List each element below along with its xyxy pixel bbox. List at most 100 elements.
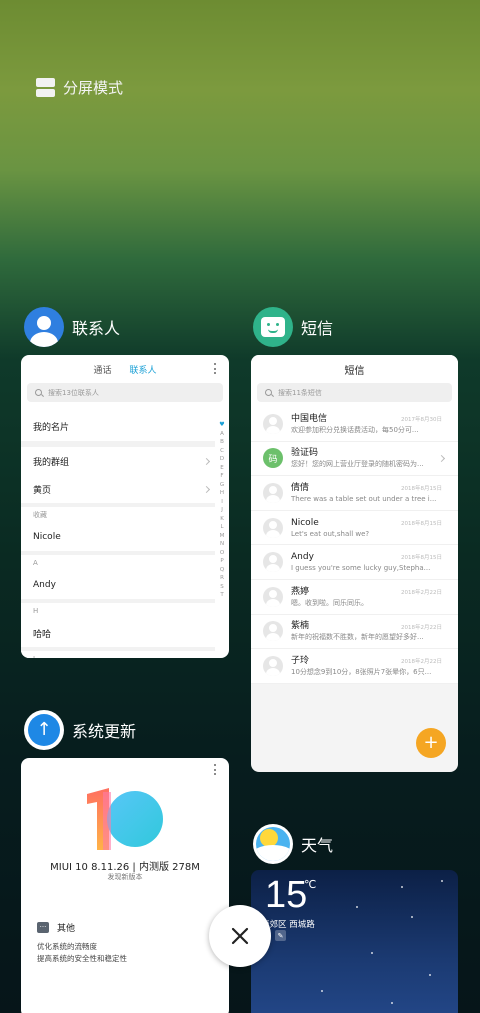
message-date: 2018年8月15日 (401, 555, 442, 562)
more-icon[interactable] (214, 764, 217, 775)
contacts-app-name: 联系人 (72, 319, 121, 338)
index-letter[interactable]: L (220, 523, 223, 532)
index-letter[interactable]: O (220, 549, 224, 558)
index-letter[interactable]: R (220, 574, 224, 583)
alphabet-index[interactable]: ♥ ABCDEFGHIJKLMNOPQRST (217, 421, 227, 600)
contacts-card[interactable]: 通话 联系人 搜索13位联系人 我的名片 我的群组 黄页 收藏 Nicole A… (21, 355, 229, 658)
messages-search-placeholder: 搜索11条短信 (278, 388, 322, 397)
messages-title: 短信 (344, 365, 365, 377)
index-letter[interactable]: B (220, 438, 224, 447)
temperature: 15 (265, 874, 308, 916)
index-letter[interactable]: G (220, 481, 224, 490)
message-date: 2018年2月22日 (401, 624, 442, 631)
split-screen-button[interactable]: 分屏模式 (36, 77, 123, 98)
index-letter[interactable]: A (220, 430, 224, 439)
update-app-name: 系统更新 (72, 722, 137, 741)
contact-name: Nicole (33, 532, 61, 542)
message-row[interactable]: 燕婷 嗯。收到啦。同乐同乐。 2018年2月22日 (251, 580, 458, 615)
index-letter[interactable]: I (221, 498, 223, 507)
avatar (263, 586, 283, 607)
avatar (263, 552, 283, 573)
chevron-right-icon (202, 485, 211, 493)
edit-icon[interactable]: ✎ (275, 930, 286, 941)
message-date: 2018年2月22日 (401, 589, 442, 596)
index-letter[interactable]: H (220, 489, 224, 498)
index-letter[interactable]: F (220, 472, 223, 481)
search-icon (35, 389, 42, 396)
miui-10-logo (87, 788, 163, 850)
verification-avatar: 码 (263, 448, 283, 469)
my-card-label: 我的名片 (33, 422, 70, 433)
contacts-icon (24, 307, 64, 347)
index-letter[interactable]: K (220, 515, 224, 524)
update-card[interactable]: MIUI 10 8.11.26 | 内测版 278M 发现新版本 ··· 其他 … (21, 758, 229, 1013)
messages-app-header[interactable]: 短信 (253, 307, 333, 347)
index-letter[interactable]: J (221, 506, 223, 515)
contacts-search-input[interactable]: 搜索13位联系人 (27, 383, 223, 402)
yellow-pages-label: 黄页 (33, 485, 52, 496)
messages-icon (253, 307, 293, 347)
avatar (263, 621, 283, 642)
message-row[interactable]: Andy I guess you're some lucky guy,Stepha… (251, 545, 458, 580)
contact-row-nicole[interactable]: Nicole (21, 523, 215, 551)
index-letter[interactable]: Q (220, 566, 224, 575)
search-icon (265, 389, 272, 396)
section-header-j: J (21, 651, 215, 658)
index-letter[interactable]: S (220, 583, 224, 592)
index-letter[interactable]: P (220, 557, 223, 566)
contacts-app-header[interactable]: 联系人 (24, 307, 120, 347)
yellow-pages-row[interactable]: 黄页 (21, 475, 215, 503)
more-icon[interactable] (214, 363, 217, 374)
message-date: 2018年8月15日 (401, 486, 442, 493)
message-date: 2017年8月30日 (401, 417, 442, 423)
temperature-unit: ℃ (304, 878, 317, 891)
favorites-index-icon: ♥ (219, 421, 225, 428)
message-preview: 嗯。收到啦。同乐同乐。 (291, 598, 368, 607)
message-preview: 您好！您的网上营业厅登录的随机密码为... (291, 460, 424, 469)
my-card-row[interactable]: 我的名片 (21, 411, 215, 441)
tab-calls[interactable]: 通话 (93, 363, 111, 376)
contact-name: Andy (33, 580, 56, 590)
other-section-header: ··· 其他 (37, 921, 75, 934)
section-header-a: A (21, 555, 215, 571)
my-groups-row[interactable]: 我的群组 (21, 447, 215, 475)
messages-search-input[interactable]: 搜索11条短信 (257, 383, 452, 402)
section-header-favorites: 收藏 (21, 507, 215, 523)
message-list: 中国电信 欢迎参加积分兑换话费活动，每50分可... 2017年8月30日码验证码您… (251, 407, 458, 684)
index-letter[interactable]: E (220, 464, 223, 473)
messages-app-name: 短信 (301, 319, 334, 338)
more-dots-icon: ··· (37, 922, 49, 933)
index-letter[interactable]: C (220, 447, 224, 456)
index-letter[interactable]: T (220, 591, 223, 600)
avatar (263, 517, 283, 538)
index-letter[interactable]: D (220, 455, 224, 464)
new-version-note: 发现新版本 (107, 873, 143, 881)
contacts-list: 我的名片 我的群组 黄页 收藏 Nicole A Andy H 哈哈 J (21, 411, 215, 658)
update-app-header[interactable]: ↑ 系统更新 (24, 710, 136, 750)
section-header-h: H (21, 603, 215, 619)
message-row[interactable]: 码验证码 您好！您的网上营业厅登录的随机密码为... (251, 442, 458, 477)
index-letter[interactable]: M (220, 532, 225, 541)
message-row[interactable]: 中国电信 欢迎参加积分兑换话费活动，每50分可... 2017年8月30日 (251, 407, 458, 442)
weather-icon (253, 824, 293, 864)
my-groups-label: 我的群组 (33, 457, 70, 468)
message-preview: 10分想念9到10分，8张照片7张晕你，6只... (291, 667, 432, 676)
contact-row-haha[interactable]: 哈哈 (21, 619, 215, 647)
message-row[interactable]: 子玲 10分想念9到10分，8张照片7张晕你，6只... 2018年2月22日 (251, 649, 458, 684)
index-letter[interactable]: N (220, 540, 224, 549)
message-row[interactable]: Nicole Let's eat out,shall we? 2018年8月15日 (251, 511, 458, 546)
contacts-search-placeholder: 搜索13位联系人 (48, 388, 99, 397)
split-screen-label: 分屏模式 (63, 79, 124, 97)
close-all-button[interactable] (209, 905, 271, 967)
message-row[interactable]: 紫楠 新年的祝福数不胜数，新年的愿望好多好... 2018年2月22日 (251, 615, 458, 650)
messages-card[interactable]: 短信 搜索11条短信 中国电信 欢迎参加积分兑换话费活动，每50分可... 2017… (251, 355, 458, 772)
new-message-button[interactable]: + (416, 728, 446, 758)
message-row[interactable]: 倩倩 There was a table set out under a tree… (251, 476, 458, 511)
message-date: 2018年2月22日 (401, 659, 442, 666)
weather-app-header[interactable]: 天气 (253, 824, 333, 864)
tab-contacts[interactable]: 联系人 (130, 363, 157, 376)
message-preview: I guess you're some lucky guy,Stepha... (291, 564, 431, 573)
other-label: 其他 (57, 924, 76, 934)
contact-row-andy[interactable]: Andy (21, 571, 215, 599)
weather-card[interactable]: 15 ℃ 奎郊区 西城路 ✎ (251, 870, 458, 1013)
